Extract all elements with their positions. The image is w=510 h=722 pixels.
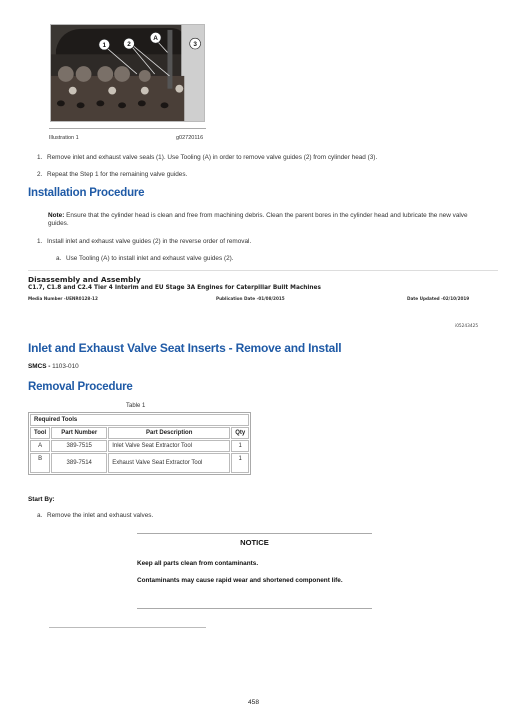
- installation-substep-a: a. Use Tooling (A) to install inlet and e…: [56, 255, 234, 263]
- header-divider: [28, 270, 498, 271]
- document-id: i05243425: [455, 324, 479, 329]
- smcs-value: 1103-010: [52, 363, 79, 370]
- publication-date: Publication Date -01/08/2015: [216, 296, 285, 301]
- note-text: Ensure that the cylinder head is clean a…: [48, 212, 468, 227]
- note-label: Note:: [48, 212, 65, 219]
- installation-heading: Installation Procedure: [28, 187, 145, 199]
- notice-bottom-divider: [137, 608, 372, 609]
- notice-top-divider: [137, 533, 372, 534]
- cell-tool: B: [30, 453, 51, 473]
- callout-a: A: [153, 35, 158, 42]
- doc-subtitle: C1.7, C1.8 and C2.4 Tier 4 Interim and E…: [28, 285, 321, 291]
- table-header-row: Tool Part Number Part Description Qty: [30, 427, 250, 439]
- column-header-part-number: Part Number: [51, 427, 108, 439]
- start-by-item-a: a. Remove the inlet and exhaust valves.: [37, 512, 153, 520]
- section-title: Inlet and Exhaust Valve Seat Inserts - R…: [28, 341, 342, 355]
- table-caption: Table 1: [126, 403, 146, 409]
- notice-line-1: Keep all parts clean from contaminants.: [137, 560, 259, 567]
- table-group-header: Required Tools: [30, 414, 250, 426]
- column-header-part-description: Part Description: [108, 427, 231, 439]
- notice-title: NOTICE: [240, 538, 269, 547]
- required-tools-table: Required Tools Tool Part Number Part Des…: [28, 412, 252, 475]
- smcs-code: SMCS - 1103-010: [28, 363, 79, 371]
- removal-step-2: 2. Repeat the Step 1 for the remaining va…: [37, 171, 187, 179]
- step-number: 1.: [37, 154, 43, 161]
- cell-part-number: 389-7515: [51, 440, 108, 452]
- step-number: 1.: [37, 238, 43, 245]
- illustration-divider: [49, 128, 206, 129]
- callout-1: 1: [103, 42, 107, 49]
- illustration-id: g02720116: [176, 135, 204, 141]
- start-by-label: Start By:: [28, 496, 55, 503]
- step-text: Remove inlet and exhaust valve seals (1)…: [47, 154, 378, 161]
- notice-line-2: Contaminants may cause rapid wear and sh…: [137, 577, 343, 584]
- cell-part-number: 389-7514: [51, 453, 108, 473]
- callout-3: 3: [193, 41, 197, 48]
- step-text: Use Tooling (A) to install inlet and exh…: [66, 255, 234, 262]
- table-row: B 389-7514 Exhaust Valve Seat Extractor …: [30, 453, 250, 473]
- step-letter: a.: [56, 255, 62, 262]
- cell-qty: 1: [231, 453, 250, 473]
- illustration-image: 1 2 A 3: [50, 24, 205, 122]
- removal-heading: Removal Procedure: [28, 381, 133, 393]
- step-text: Install inlet and exhaust valve guides (…: [47, 238, 252, 245]
- doc-title: Disassembly and Assembly: [28, 275, 141, 284]
- footer-divider: [49, 627, 206, 628]
- cylinder-head-photo: 1 2 A 3: [51, 25, 204, 121]
- installation-note: Note: Ensure that the cylinder head is c…: [48, 212, 488, 228]
- column-header-tool: Tool: [30, 427, 51, 439]
- date-updated: Date Updated -02/10/2019: [407, 296, 470, 301]
- column-header-qty: Qty: [231, 427, 250, 439]
- illustration-label: Illustration 1: [49, 135, 79, 141]
- step-text: Repeat the Step 1 for the remaining valv…: [47, 171, 188, 178]
- smcs-label: SMCS -: [28, 363, 53, 370]
- step-letter: a.: [37, 512, 43, 519]
- page-number: 458: [248, 699, 260, 706]
- step-number: 2.: [37, 171, 43, 178]
- media-number: Media Number -UENR0128-12: [28, 296, 98, 301]
- table-row: A 389-7515 Inlet Valve Seat Extractor To…: [30, 440, 250, 452]
- installation-step-1: 1. Install inlet and exhaust valve guides…: [37, 238, 251, 246]
- callout-2: 2: [127, 41, 131, 48]
- removal-step-1: 1. Remove inlet and exhaust valve seals (…: [37, 154, 377, 162]
- table-group-header-row: Required Tools: [30, 414, 250, 426]
- cell-description: Inlet Valve Seat Extractor Tool: [108, 440, 231, 452]
- step-text: Remove the inlet and exhaust valves.: [47, 512, 154, 519]
- cell-tool: A: [30, 440, 51, 452]
- cell-description: Exhaust Valve Seat Extractor Tool: [108, 453, 231, 473]
- cell-qty: 1: [231, 440, 250, 452]
